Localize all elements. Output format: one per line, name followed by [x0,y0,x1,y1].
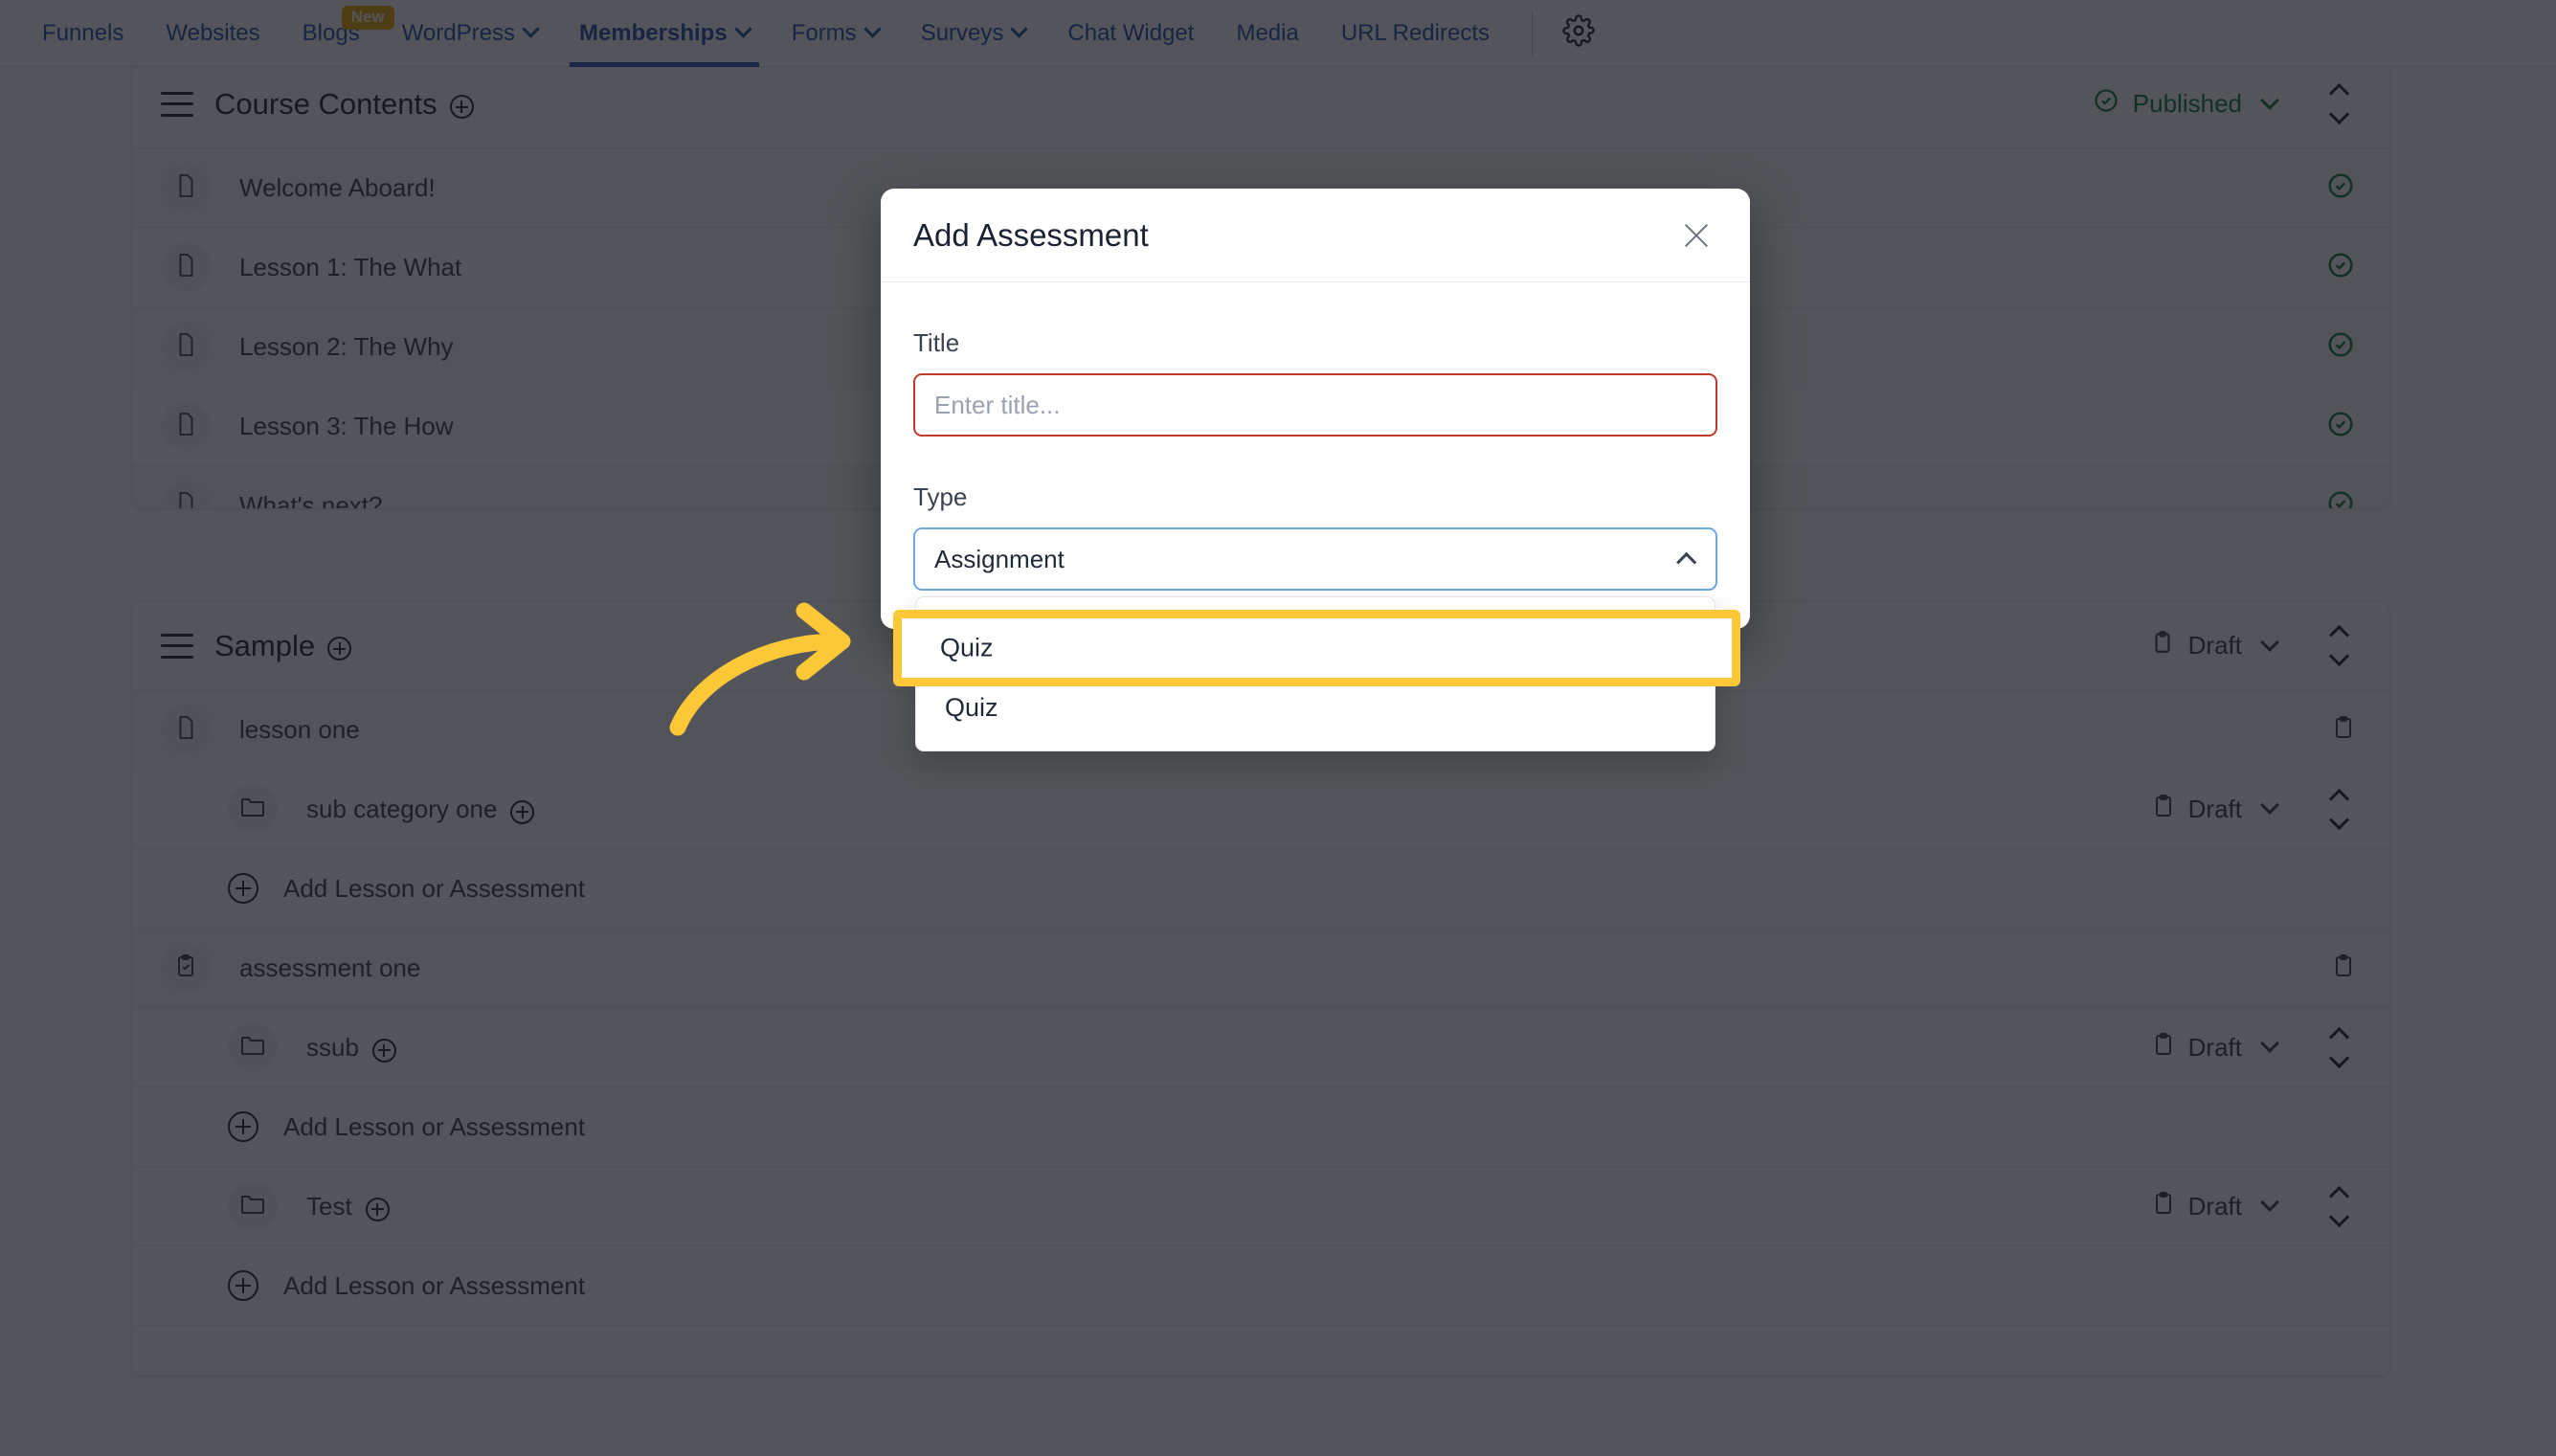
close-icon[interactable] [1675,214,1717,257]
modal-body: Title Type Assignment Assignment Quiz [881,282,1750,751]
title-input[interactable] [913,373,1717,437]
type-dropdown-menu: Assignment Quiz [915,596,1715,751]
type-select[interactable]: Assignment Assignment Quiz [913,527,1717,751]
modal-title: Add Assessment [913,216,1149,253]
chevron-up-icon [1676,551,1697,572]
add-assessment-modal: Add Assessment Title Type Assignment Ass… [881,189,1750,751]
field-spacer [913,437,1717,482]
app-root: FunnelsWebsitesBlogsNewWordPressMembersh… [0,0,2556,1456]
title-field-label: Title [913,328,960,357]
modal-header: Add Assessment [881,189,1750,282]
type-field-label: Type [913,482,968,511]
type-option-quiz[interactable]: Quiz [916,674,1715,741]
type-select-value: Assignment [934,544,1065,573]
type-option-assignment[interactable]: Assignment [916,607,1715,674]
